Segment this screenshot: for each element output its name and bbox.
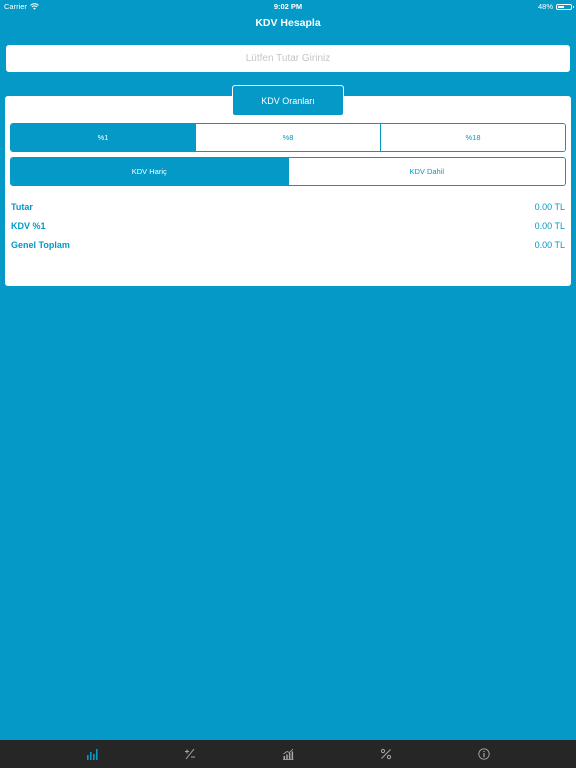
battery-percent: 48% xyxy=(537,2,553,11)
rate-option-1[interactable]: %1 xyxy=(11,124,195,151)
battery-indicator: 48% xyxy=(537,2,574,11)
mode-option-included[interactable]: KDV Dahil xyxy=(287,158,565,185)
percent-icon xyxy=(380,748,392,760)
result-value: 0.00 TL xyxy=(534,240,565,250)
result-row-total: Genel Toplam 0.00 TL xyxy=(11,240,565,252)
mode-option-excluded[interactable]: KDV Hariç xyxy=(11,158,288,185)
amount-input[interactable] xyxy=(6,45,570,72)
result-label: KDV %1 xyxy=(11,221,46,231)
vat-rate-selector: %1 %8 %18 xyxy=(10,123,566,152)
result-row-amount: Tutar 0.00 TL xyxy=(11,202,565,214)
status-bar: Carrier 9:02 PM 48% xyxy=(0,0,576,12)
rate-option-18[interactable]: %18 xyxy=(380,124,565,151)
result-value: 0.00 TL xyxy=(534,221,565,231)
result-row-vat: KDV %1 0.00 TL xyxy=(11,221,565,233)
result-label: Tutar xyxy=(11,202,33,212)
status-time: 9:02 PM xyxy=(273,2,303,11)
plus-minus-icon xyxy=(185,748,195,760)
tab-vat-calculator[interactable] xyxy=(43,740,141,768)
tab-bar xyxy=(0,740,576,768)
vat-rates-button[interactable]: KDV Oranları xyxy=(232,85,344,116)
growth-chart-icon xyxy=(283,748,294,760)
info-icon xyxy=(478,748,490,760)
bar-chart-icon xyxy=(87,749,98,760)
tab-info[interactable] xyxy=(435,740,533,768)
vat-mode-selector: KDV Hariç KDV Dahil xyxy=(10,157,566,186)
tab-plus-minus[interactable] xyxy=(141,740,239,768)
battery-icon xyxy=(556,3,574,10)
rate-option-8[interactable]: %8 xyxy=(195,124,380,151)
tab-percent[interactable] xyxy=(337,740,435,768)
page-title: KDV Hesapla xyxy=(255,17,321,29)
tab-growth[interactable] xyxy=(239,740,337,768)
result-value: 0.00 TL xyxy=(534,202,565,212)
result-label: Genel Toplam xyxy=(11,240,70,250)
